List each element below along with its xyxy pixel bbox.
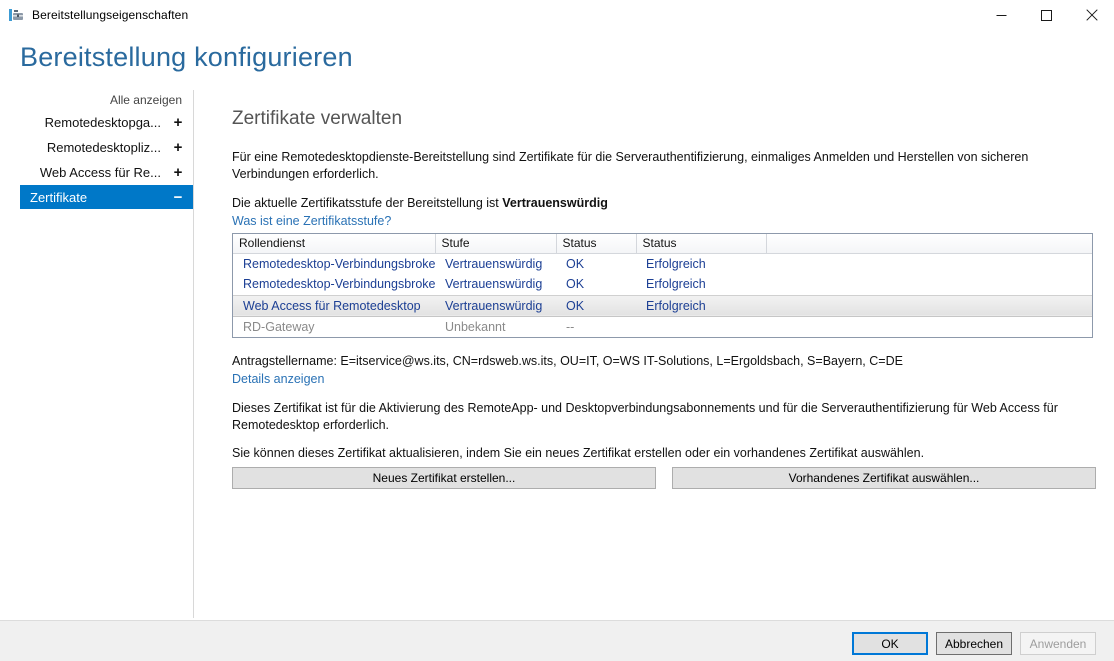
- subject-name-text: Antragstellername: E=itservice@ws.its, C…: [232, 354, 903, 368]
- create-new-certificate-button[interactable]: Neues Zertifikat erstellen...: [232, 467, 656, 489]
- cell-status-2: Erfolgreich: [646, 277, 706, 292]
- cell-stufe: Vertrauenswürdig: [445, 277, 543, 292]
- deployment-properties-icon: [8, 7, 24, 23]
- window-title: Bereitstellungseigenschaften: [32, 8, 189, 22]
- expand-plus-icon[interactable]: +: [171, 140, 185, 155]
- page-title: Bereitstellung konfigurieren: [20, 42, 353, 72]
- expand-plus-icon[interactable]: +: [171, 165, 185, 180]
- sidebar-show-all[interactable]: Alle anzeigen: [110, 93, 182, 107]
- cell-status-2: [636, 316, 766, 337]
- window-controls: [979, 0, 1114, 30]
- show-details-link[interactable]: Details anzeigen: [232, 372, 324, 386]
- sidebar-item-label: Web Access für Re...: [39, 164, 161, 180]
- certificate-level-prefix: Die aktuelle Zertifikatsstufe der Bereit…: [232, 196, 503, 210]
- apply-button: Anwenden: [1020, 632, 1096, 655]
- cell-rollendienst: Web Access für Remotedesktop: [233, 294, 435, 317]
- column-header-empty[interactable]: [766, 234, 1092, 254]
- cell-rollendienst: Remotedesktop-Verbindungsbroker: [243, 277, 435, 292]
- table-header-row: Rollendienst Stufe Status Status: [233, 234, 1092, 254]
- cell-empty: [766, 294, 1092, 317]
- what-is-certificate-level-link[interactable]: Was ist eine Zertifikatsstufe?: [232, 214, 391, 228]
- certificate-level-line: Die aktuelle Zertifikatsstufe der Bereit…: [232, 195, 1092, 212]
- certificate-level-value: Vertrauenswürdig: [502, 196, 608, 210]
- cell-status-1: OK: [566, 256, 585, 271]
- close-button[interactable]: [1069, 0, 1114, 30]
- cell-empty: [766, 274, 1092, 295]
- cell-status-2: Erfolgreich: [646, 256, 706, 271]
- cell-stufe: Unbekannt: [445, 319, 506, 334]
- cell-status-1: --: [566, 319, 575, 334]
- sidebar-item-label: Zertifikate: [30, 189, 88, 205]
- usage-paragraph: Dieses Zertifikat ist für die Aktivierun…: [232, 401, 1058, 432]
- column-header-stufe[interactable]: Stufe: [435, 234, 557, 254]
- select-existing-certificate-button[interactable]: Vorhandenes Zertifikat auswählen...: [672, 467, 1096, 489]
- cell-status-2: Erfolgreich: [636, 294, 766, 317]
- cell-status-1: OK: [566, 277, 585, 292]
- cell-rollendienst: RD-Gateway: [243, 319, 315, 334]
- table-row-selected[interactable]: Web Access für Remotedesktop Vertrauensw…: [233, 294, 1092, 317]
- sidebar-item-remotedesktopgateway[interactable]: Remotedesktopga... +: [20, 110, 193, 134]
- cell-empty: [766, 316, 1092, 337]
- cell-rollendienst: Remotedesktop-Verbindungsbroker: [243, 256, 435, 271]
- sidebar-item-label: Remotedesktopga...: [44, 114, 161, 130]
- certificate-level-link-line: Was ist eine Zertifikatsstufe?: [232, 212, 391, 230]
- table-row[interactable]: Remotedesktop-Verbindungsbroker Vertraue…: [233, 274, 1092, 295]
- content-title: Zertifikate verwalten: [232, 108, 403, 129]
- content-panel: Zertifikate verwalten Für eine Remotedes…: [194, 88, 1114, 618]
- table-row[interactable]: Remotedesktop-Verbindungsbroker Vertraue…: [233, 253, 1092, 274]
- title-bar: Bereitstellungseigenschaften: [0, 0, 1114, 30]
- sidebar-item-label: Remotedesktopliz...: [46, 139, 161, 155]
- maximize-button[interactable]: [1024, 0, 1069, 30]
- cancel-button[interactable]: Abbrechen: [936, 632, 1012, 655]
- sidebar-item-zertifikate[interactable]: Zertifikate −: [20, 185, 193, 209]
- cell-stufe: Vertrauenswürdig: [435, 294, 556, 317]
- details-link-line: Details anzeigen: [232, 370, 324, 388]
- sidebar-item-remotedesktoplizenzierung[interactable]: Remotedesktopliz... +: [20, 135, 193, 159]
- intro-paragraph: Für eine Remotedesktopdienste-Bereitstel…: [232, 150, 1029, 181]
- column-header-rollendienst[interactable]: Rollendienst: [233, 234, 436, 254]
- minimize-button[interactable]: [979, 0, 1024, 30]
- expand-plus-icon[interactable]: +: [171, 115, 185, 130]
- certificates-table[interactable]: Rollendienst Stufe Status Status Remoted…: [232, 233, 1093, 338]
- cell-stufe: Vertrauenswürdig: [445, 256, 543, 271]
- sidebar: Alle anzeigen Remotedesktopga... + Remot…: [0, 88, 194, 618]
- cell-status-1: OK: [556, 294, 636, 317]
- update-paragraph: Sie können dieses Zertifikat aktualisier…: [232, 446, 925, 460]
- column-header-status-2[interactable]: Status: [636, 234, 767, 254]
- table-row[interactable]: RD-Gateway Unbekannt --: [233, 316, 1092, 337]
- ok-button[interactable]: OK: [852, 632, 928, 655]
- collapse-minus-icon[interactable]: −: [171, 190, 185, 205]
- footer-bar: OK Abbrechen Anwenden: [0, 621, 1114, 661]
- cell-empty: [766, 253, 1092, 274]
- sidebar-item-webaccess[interactable]: Web Access für Re... +: [20, 160, 193, 184]
- column-header-status-1[interactable]: Status: [556, 234, 637, 254]
